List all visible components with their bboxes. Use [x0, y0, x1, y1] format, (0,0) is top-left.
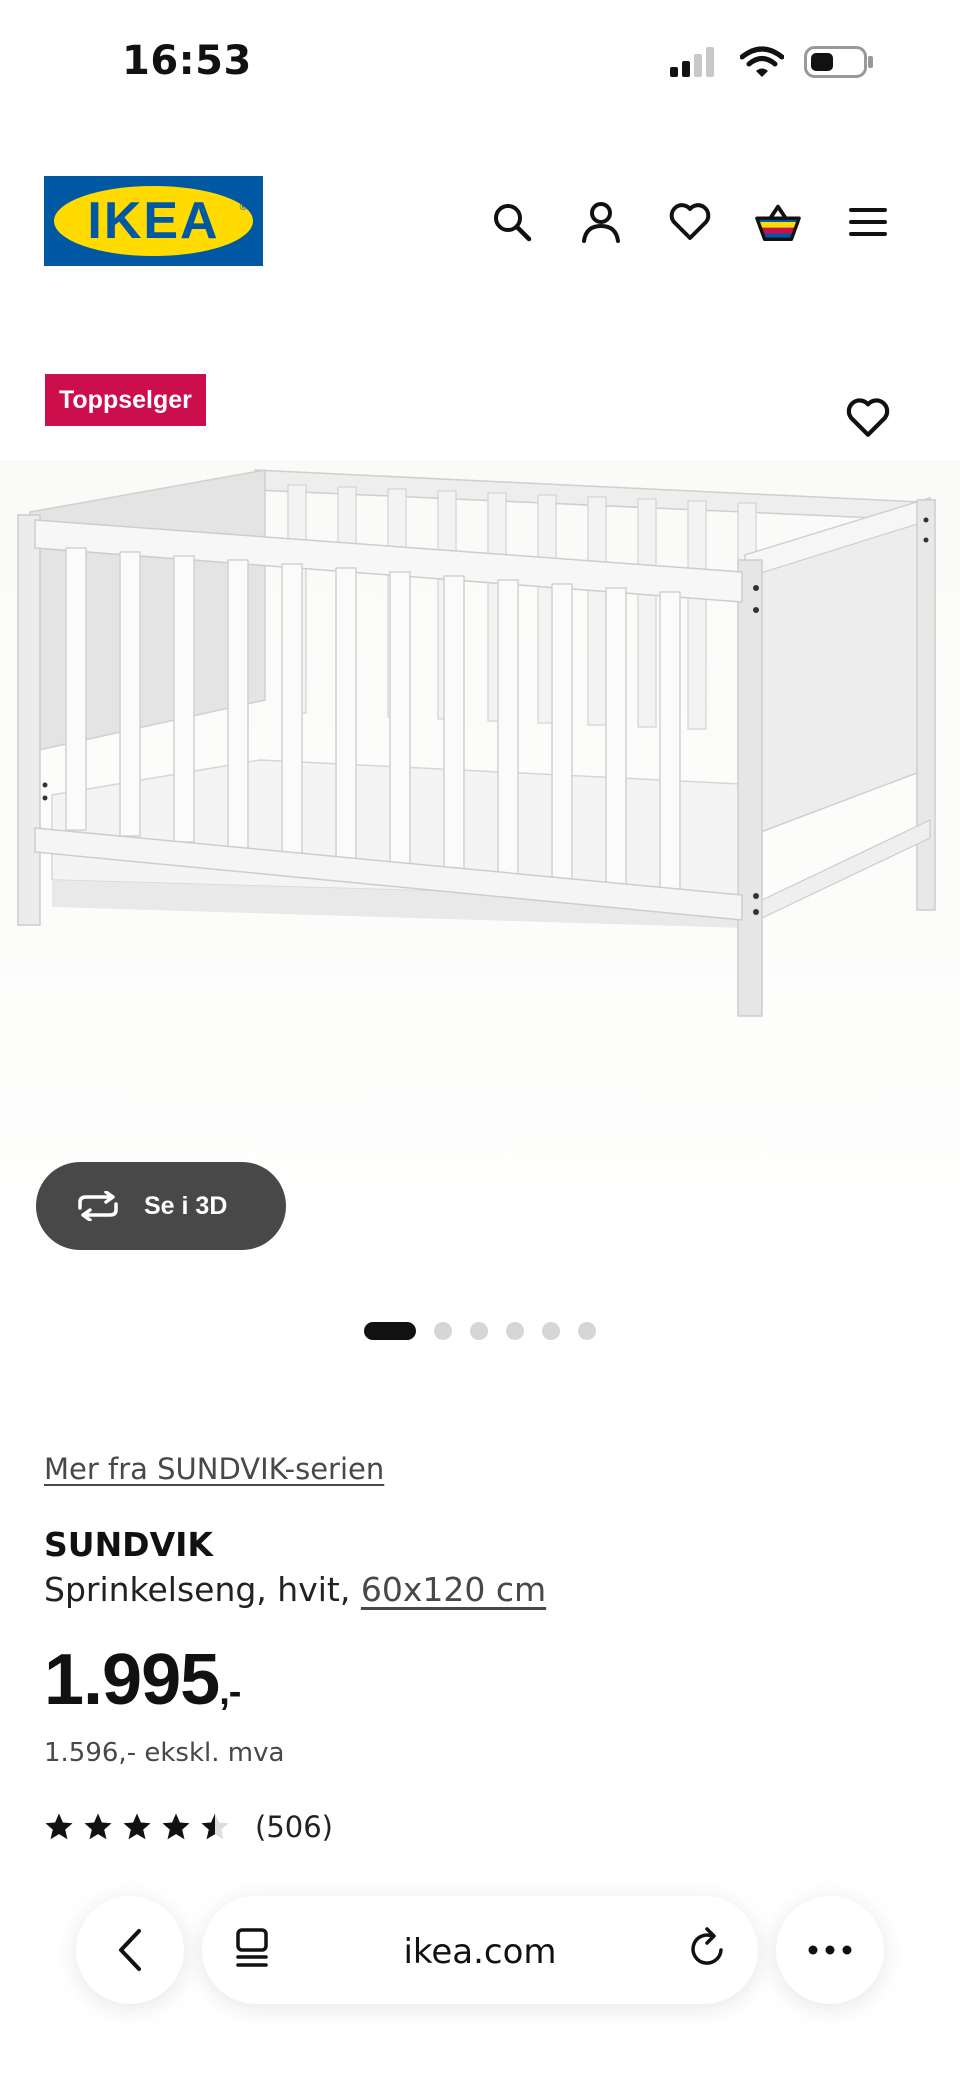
status-bar: 16:53 [0, 0, 960, 130]
rotate-3d-icon [78, 1191, 118, 1221]
product-type: Sprinkelseng, hvit, [44, 1570, 351, 1609]
status-time: 16:53 [122, 38, 252, 84]
basket-icon[interactable] [754, 198, 802, 246]
product-description: Sprinkelseng, hvit, 60x120 cm [44, 1570, 546, 1609]
url-text: ikea.com [403, 1932, 557, 1972]
more-options-button[interactable] [776, 1896, 884, 2004]
price-amount: 1.995 [44, 1640, 220, 1720]
view-3d-button[interactable]: Se i 3D [36, 1162, 286, 1250]
heart-icon[interactable] [666, 198, 714, 246]
product-gallery[interactable]: Toppselger Se i 3D [0, 360, 960, 1280]
address-bar[interactable]: ikea.com [202, 1896, 758, 2004]
pagination-dot-6[interactable] [578, 1322, 596, 1340]
price-suffix: ,- [219, 1671, 241, 1713]
product-price: 1.995,- [44, 1640, 241, 1732]
pagination-dot-5[interactable] [542, 1322, 560, 1340]
site-header: IKEA ® [0, 176, 960, 268]
browser-toolbar: ikea.com [0, 1892, 960, 2012]
search-icon[interactable] [488, 198, 536, 246]
pagination-dot-1[interactable] [364, 1322, 416, 1340]
star-icon [200, 1812, 230, 1842]
signal-icon [670, 47, 714, 77]
status-icons [670, 46, 874, 78]
gallery-pagination [0, 1322, 960, 1340]
star-icon [44, 1812, 74, 1842]
wifi-icon [740, 46, 784, 77]
logo-text: IKEA [87, 192, 220, 250]
star-icon [161, 1812, 191, 1842]
review-count: (506) [255, 1810, 333, 1844]
series-link[interactable]: Mer fra SUNDVIK-serien [44, 1452, 384, 1486]
topseller-badge: Toppselger [45, 374, 206, 426]
product-rating[interactable]: (506) [44, 1810, 333, 1844]
star-icon [83, 1812, 113, 1842]
chevron-left-icon [119, 1929, 141, 1971]
pagination-dot-2[interactable] [434, 1322, 452, 1340]
star-icon [122, 1812, 152, 1842]
size-link[interactable]: 60x120 cm [361, 1570, 546, 1609]
view-3d-label: Se i 3D [144, 1191, 228, 1220]
ikea-logo[interactable]: IKEA ® [44, 176, 263, 266]
back-button[interactable] [76, 1896, 184, 2004]
product-name: SUNDVIK [44, 1525, 213, 1564]
favorite-heart-icon[interactable] [842, 392, 894, 444]
price-ex-vat: 1.596,- ekskl. mva [44, 1738, 285, 1768]
product-image [0, 460, 960, 1260]
pagination-dot-4[interactable] [506, 1322, 524, 1340]
more-dots-icon [808, 1945, 852, 1955]
reload-icon[interactable] [688, 1926, 728, 1970]
user-icon[interactable] [577, 198, 625, 246]
battery-icon [804, 46, 873, 78]
rating-stars [44, 1812, 230, 1842]
menu-icon[interactable] [844, 198, 892, 246]
pagination-dot-3[interactable] [470, 1322, 488, 1340]
